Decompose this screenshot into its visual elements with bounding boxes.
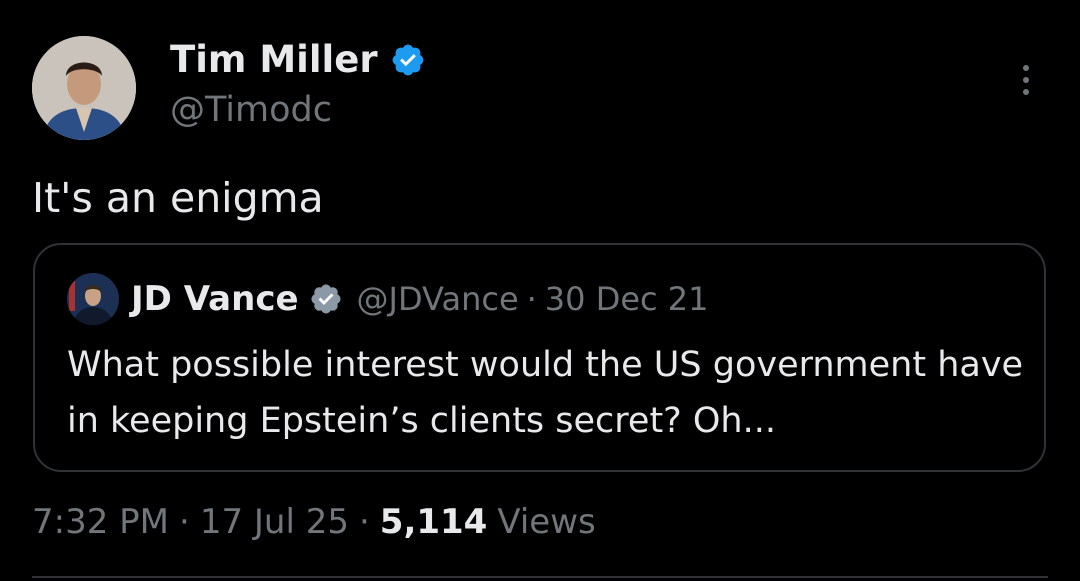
author-name-row[interactable]: Tim Miller [170,38,426,82]
avatar-image [67,273,119,325]
quoted-tweet-date[interactable]: 30 Dec 21 [545,280,709,318]
quoted-author-handle[interactable]: @JDVance [357,280,519,318]
author-handle[interactable]: @Timodc [170,88,332,132]
separator: · [526,280,537,318]
tweet: Tim Miller @Timodc It's an enigma JD Van… [0,0,1080,581]
avatar-image [32,36,136,140]
separator: · [358,502,370,542]
more-dot [1023,65,1029,71]
verified-badge-icon[interactable] [309,282,343,316]
views-label[interactable]: Views [497,502,595,542]
quoted-tweet-header: JD Vance @JDVance · 30 Dec 21 [131,275,709,323]
separator: · [179,502,190,542]
tweet-time[interactable]: 7:32 PM [32,502,169,542]
more-dot [1023,77,1029,83]
more-options-icon[interactable] [1010,58,1042,102]
quoted-author-avatar[interactable] [67,273,119,325]
quoted-author-name[interactable]: JD Vance [131,279,299,319]
verified-badge-icon[interactable] [390,42,426,78]
author-avatar[interactable] [32,36,136,140]
divider [32,576,1048,578]
tweet-date[interactable]: 17 Jul 25 [200,502,349,542]
tweet-text: It's an enigma [32,174,324,222]
more-dot [1023,89,1029,95]
views-count[interactable]: 5,114 [380,502,488,542]
quoted-tweet-text: What possible interest would the US gove… [67,345,1024,441]
tweet-meta: 7:32 PM · 17 Jul 25 · 5,114 Views [32,496,596,548]
quoted-tweet-card[interactable]: JD Vance @JDVance · 30 Dec 21 What possi… [33,243,1046,472]
author-name[interactable]: Tim Miller [170,38,378,82]
